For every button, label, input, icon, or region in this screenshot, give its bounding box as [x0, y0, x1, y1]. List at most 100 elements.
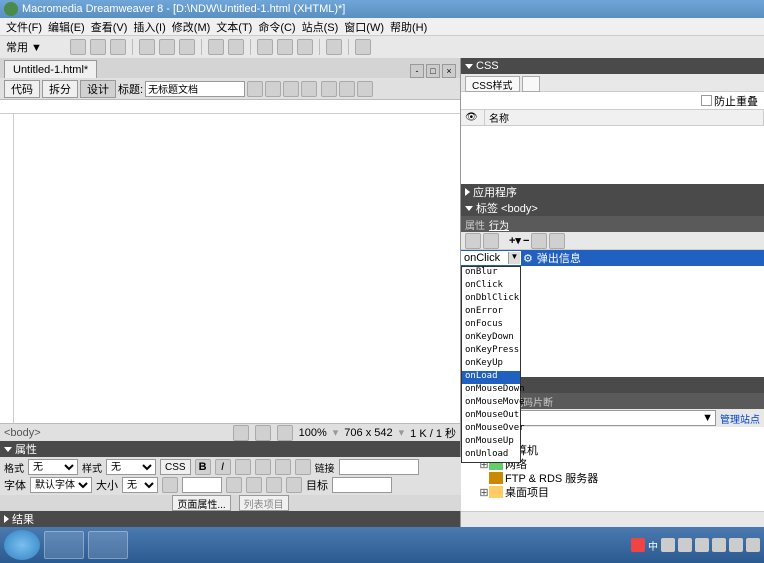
validate-icon[interactable]: [247, 81, 263, 97]
start-button[interactable]: [4, 530, 40, 560]
tray-icon[interactable]: [661, 538, 675, 552]
hand-tool-icon[interactable]: [255, 425, 271, 441]
tree-ftp[interactable]: FTP & RDS 服务器: [461, 471, 764, 485]
select-tool-icon[interactable]: [233, 425, 249, 441]
behavior-row[interactable]: onClick ▼ ⚙ 弹出信息: [461, 250, 764, 266]
menu-file[interactable]: 文件(F): [4, 19, 44, 35]
explorer-task-icon[interactable]: [44, 531, 84, 559]
remove-behavior-button[interactable]: −: [523, 235, 529, 247]
results-panel-header[interactable]: 结果: [0, 511, 460, 527]
browser-check-icon[interactable]: [265, 81, 281, 97]
align-right-icon[interactable]: [275, 459, 291, 475]
comment-icon[interactable]: [297, 39, 313, 55]
italic-icon[interactable]: I: [215, 459, 231, 475]
email-icon[interactable]: [90, 39, 106, 55]
menu-site[interactable]: 站点(S): [300, 19, 341, 35]
div-icon[interactable]: [159, 39, 175, 55]
size-select[interactable]: 无: [122, 477, 158, 493]
templates-icon[interactable]: [326, 39, 342, 55]
prevent-overlap-checkbox[interactable]: [701, 95, 712, 106]
event-option[interactable]: onKeyUp: [462, 358, 520, 371]
preview-icon[interactable]: [301, 81, 317, 97]
behaviors-tab[interactable]: 行为: [489, 217, 509, 232]
event-cell[interactable]: onClick ▼: [461, 251, 521, 265]
link-input[interactable]: [339, 459, 419, 475]
split-view-button[interactable]: 拆分: [42, 80, 78, 98]
indent-icon[interactable]: [286, 477, 302, 493]
properties-panel-header[interactable]: 属性: [0, 441, 460, 457]
view-options-icon[interactable]: [339, 81, 355, 97]
table-icon[interactable]: [139, 39, 155, 55]
code-view-button[interactable]: 代码: [4, 80, 40, 98]
date-icon[interactable]: [257, 39, 273, 55]
color-picker-icon[interactable]: [162, 477, 178, 493]
event-option[interactable]: onMouseOver: [462, 423, 520, 436]
hyperlink-icon[interactable]: [70, 39, 86, 55]
event-option[interactable]: onUnload: [462, 449, 520, 462]
event-option[interactable]: onMouseOut: [462, 410, 520, 423]
minimize-doc-button[interactable]: -: [410, 64, 424, 78]
menu-view[interactable]: 查看(V): [89, 19, 130, 35]
media-icon[interactable]: [228, 39, 244, 55]
refresh-icon[interactable]: [321, 81, 337, 97]
zoom-tool-icon[interactable]: [277, 425, 293, 441]
ime-indicator[interactable]: 中: [648, 538, 658, 553]
menu-insert[interactable]: 插入(I): [131, 19, 167, 35]
show-set-events-icon[interactable]: [465, 233, 481, 249]
align-left-icon[interactable]: [235, 459, 251, 475]
tag-selector[interactable]: <body>: [4, 427, 41, 439]
style-select[interactable]: 无: [106, 459, 156, 475]
sogou-tray-icon[interactable]: [631, 538, 645, 552]
event-option[interactable]: onKeyPress: [462, 345, 520, 358]
align-justify-icon[interactable]: [295, 459, 311, 475]
css-styles-tab[interactable]: CSS样式: [465, 76, 520, 92]
vis-col[interactable]: 👁: [461, 110, 485, 125]
move-up-icon[interactable]: [531, 233, 547, 249]
visual-aids-icon[interactable]: [357, 81, 373, 97]
bold-icon[interactable]: B: [195, 459, 211, 475]
event-option[interactable]: onClick: [462, 280, 520, 293]
document-tab[interactable]: Untitled-1.html*: [4, 60, 97, 78]
tray-icon[interactable]: [712, 538, 726, 552]
event-option[interactable]: onError: [462, 306, 520, 319]
tray-icon[interactable]: [746, 538, 760, 552]
file-mgmt-icon[interactable]: [283, 81, 299, 97]
window-size[interactable]: 706 x 542: [344, 427, 392, 439]
title-input[interactable]: [145, 81, 245, 97]
attributes-tab[interactable]: 属性: [465, 217, 485, 232]
manage-sites-link[interactable]: 管理站点: [720, 411, 760, 426]
design-canvas[interactable]: [0, 114, 460, 423]
menu-modify[interactable]: 修改(M): [170, 19, 213, 35]
event-option[interactable]: onMouseMove: [462, 397, 520, 410]
image-icon[interactable]: [208, 39, 224, 55]
event-option[interactable]: onMouseUp: [462, 436, 520, 449]
add-behavior-button[interactable]: +▾: [509, 234, 521, 247]
tree-folder[interactable]: ⊞桌面项目: [461, 485, 764, 499]
close-doc-button[interactable]: ×: [442, 64, 456, 78]
anchor-icon[interactable]: [110, 39, 126, 55]
css-button[interactable]: CSS: [160, 459, 191, 475]
menu-edit[interactable]: 编辑(E): [46, 19, 87, 35]
event-dropdown-list[interactable]: onBluronClickonDblClickonErroronFocusonK…: [461, 266, 521, 463]
menu-commands[interactable]: 命令(C): [256, 19, 297, 35]
toolbar-category[interactable]: 常用 ▼: [6, 39, 42, 55]
ul-icon[interactable]: [226, 477, 242, 493]
restore-doc-button[interactable]: □: [426, 64, 440, 78]
tag-panel-header[interactable]: 标签 <body>: [461, 200, 764, 216]
event-option[interactable]: onMouseDown: [462, 384, 520, 397]
menu-text[interactable]: 文本(T): [214, 19, 254, 35]
event-option[interactable]: onDblClick: [462, 293, 520, 306]
tray-icon[interactable]: [678, 538, 692, 552]
align-center-icon[interactable]: [255, 459, 271, 475]
server-icon[interactable]: [277, 39, 293, 55]
event-option[interactable]: onKeyDown: [462, 332, 520, 345]
tray-icon[interactable]: [729, 538, 743, 552]
css-panel-header[interactable]: CSS: [461, 58, 764, 74]
dreamweaver-task-icon[interactable]: [88, 531, 128, 559]
app-panel-header[interactable]: 应用程序: [461, 184, 764, 200]
event-option[interactable]: onLoad: [462, 371, 520, 384]
design-view-button[interactable]: 设计: [80, 80, 116, 98]
event-option[interactable]: onBlur: [462, 267, 520, 280]
format-select[interactable]: 无: [28, 459, 78, 475]
zoom-value[interactable]: 100%: [299, 427, 327, 439]
